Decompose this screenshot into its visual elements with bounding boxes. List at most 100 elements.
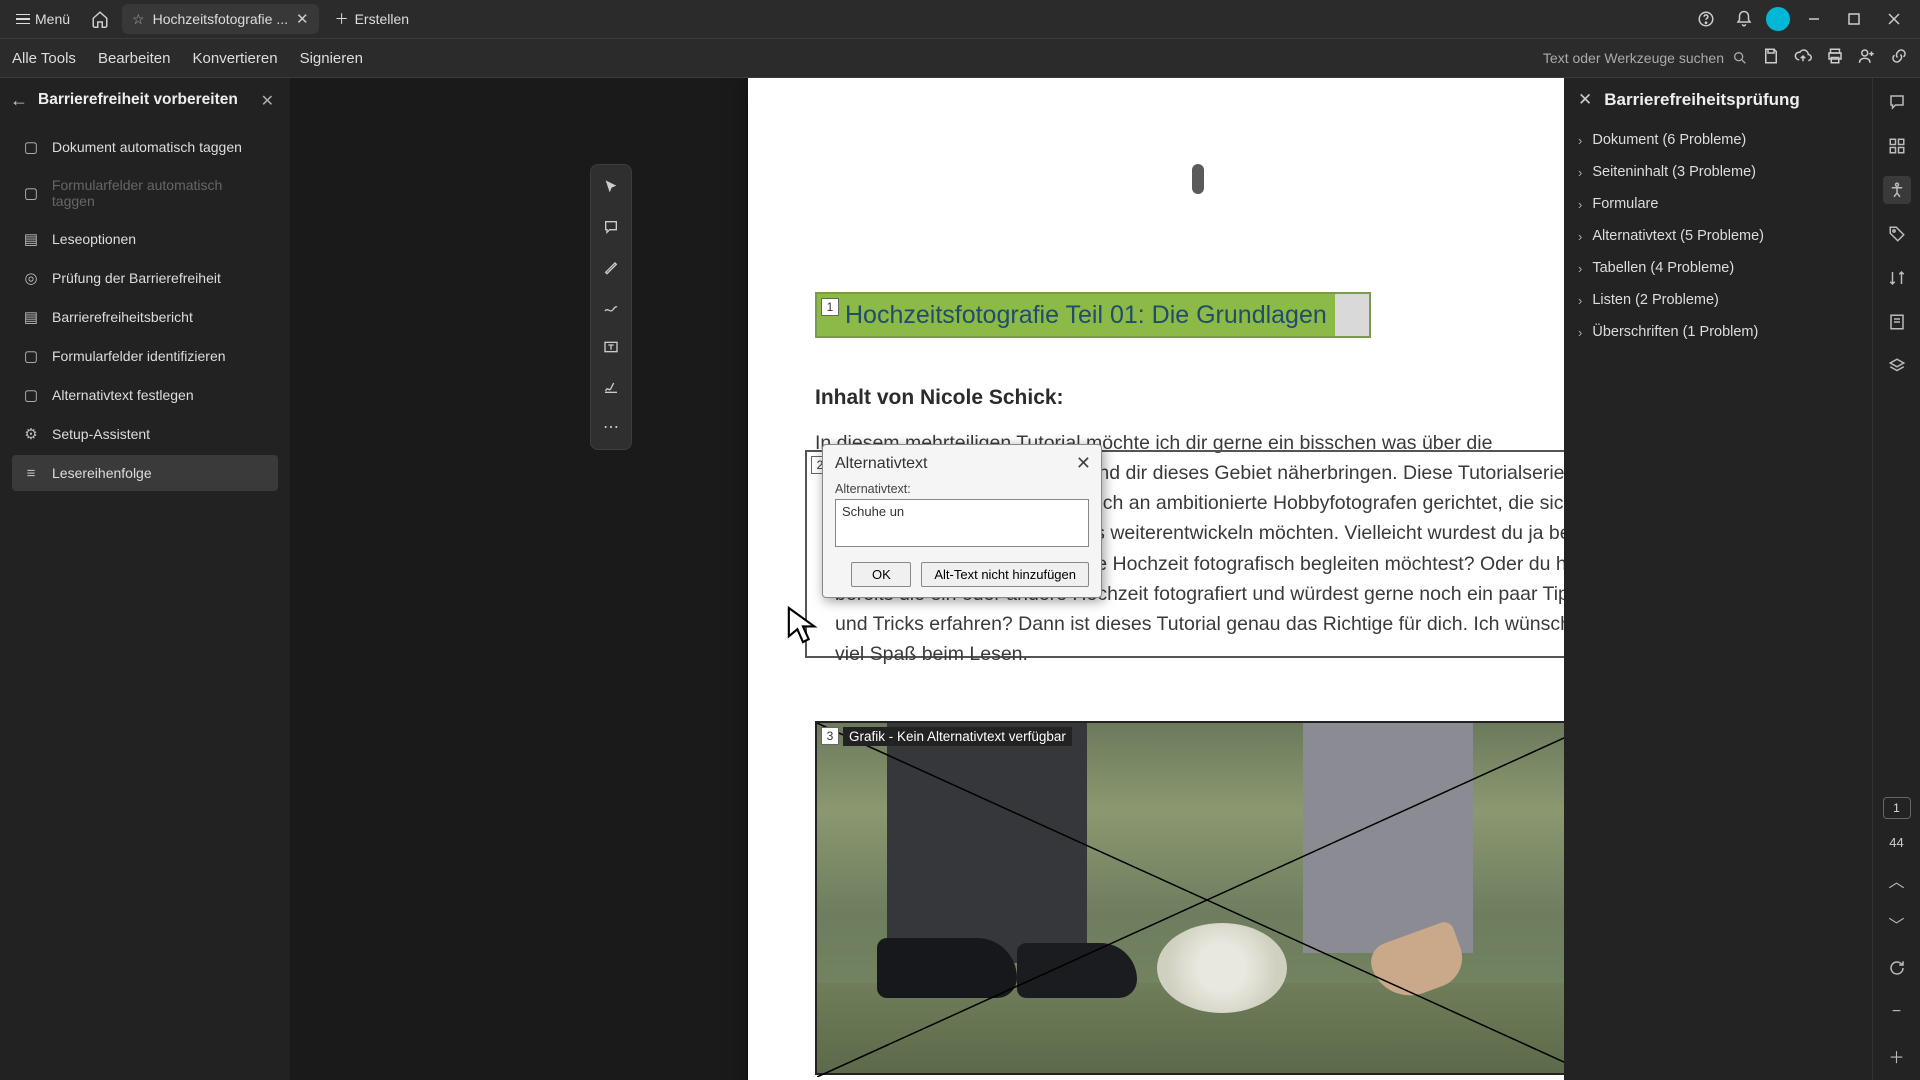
text-icon [603,339,619,355]
rp-item-lists[interactable]: ›Listen (2 Probleme) [1574,284,1862,316]
report-icon: ▤ [22,308,40,326]
lp-item-read-options[interactable]: ▤Leseoptionen [12,221,278,257]
rail-tags[interactable] [1883,220,1911,248]
hamburger-icon [16,14,30,25]
rp-item-tables[interactable]: ›Tabellen (4 Probleme) [1574,252,1862,284]
page-up-button[interactable]: ︿ [1883,866,1911,894]
refresh-icon [1888,959,1906,977]
document-heading: Hochzeitsfotografie Teil 01: Die Grundla… [845,301,1327,330]
left-panel-list: ▢Dokument automatisch taggen ▢Formularfe… [0,123,290,497]
lp-item-autotag-document[interactable]: ▢Dokument automatisch taggen [12,129,278,165]
bell-icon [1735,10,1753,28]
more-tools[interactable]: ⋯ [597,413,625,441]
lp-item-reading-order[interactable]: ≡Lesereihenfolge [12,455,278,491]
gear-icon: ⚙ [22,425,40,443]
chevron-right-icon: › [1578,229,1582,244]
toolbar-sign[interactable]: Signieren [300,50,363,67]
rp-item-forms[interactable]: ›Formulare [1574,188,1862,220]
right-panel-close[interactable]: ✕ [1578,90,1592,110]
page-down-button[interactable]: ﹀ [1883,910,1911,938]
sign-tool[interactable] [597,373,625,401]
alt-text-input[interactable]: Schuhe un [835,499,1089,547]
main-toolbar: Alle Tools Bearbeiten Konvertieren Signi… [0,38,1920,78]
zoom-in-button[interactable]: ＋ [1883,1042,1911,1070]
draw-icon [603,299,619,315]
list-icon: ≡ [22,464,40,482]
dialog-field-label: Alternativtext: [835,482,1089,496]
toolbar-edit[interactable]: Bearbeiten [98,50,171,67]
lp-item-identify-form-fields[interactable]: ▢Formularfelder identifizieren [12,338,278,374]
right-rail: 1 44 ︿ ﹀ − ＋ [1872,78,1920,1080]
toolbar-all-tools[interactable]: Alle Tools [12,50,76,67]
back-button[interactable]: ← [10,90,28,111]
refresh-button[interactable] [1883,954,1911,982]
rail-layers[interactable] [1883,352,1911,380]
zoom-out-button[interactable]: − [1883,998,1911,1026]
user-avatar[interactable] [1766,7,1790,31]
layers-icon [1888,357,1906,375]
left-panel-close[interactable]: ✕ [261,91,274,111]
rp-item-alt-text[interactable]: ›Alternativtext (5 Probleme) [1574,220,1862,252]
rail-comments[interactable] [1883,88,1911,116]
image-alt-label: Grafik - Kein Alternativtext verfügbar [843,727,1072,746]
maximize-button[interactable] [1836,5,1872,33]
select-tool[interactable] [597,173,625,201]
help-button[interactable] [1690,3,1722,35]
minus-icon: − [1892,1003,1901,1021]
left-panel-title: Barrierefreiheit vorbereiten [38,90,238,110]
current-page-indicator[interactable]: 1 [1883,797,1911,819]
lp-item-set-alt-text[interactable]: ▢Alternativtext festlegen [12,377,278,413]
print-button[interactable] [1826,47,1844,70]
document-subtitle: Inhalt von Nicole Schick: [815,386,1064,410]
lp-item-accessibility-report[interactable]: ▤Barrierefreiheitsbericht [12,299,278,335]
plus-icon: ＋ [1888,1044,1904,1068]
lp-item-accessibility-check[interactable]: ◎Prüfung der Barrierefreiheit [12,260,278,296]
rail-order[interactable] [1883,264,1911,292]
lp-item-setup-assistant[interactable]: ⚙Setup-Assistent [12,416,278,452]
read-options-icon: ▤ [22,230,40,248]
alt-text-icon: ▢ [22,386,40,404]
grid-icon [1888,137,1906,155]
search-tools[interactable]: Text oder Werkzeuge suchen [1543,50,1748,66]
tab-title: Hochzeitsfotografie ... [153,11,288,27]
cloud-button[interactable] [1794,47,1812,70]
tagged-heading-region[interactable]: 1 Hochzeitsfotografie Teil 01: Die Grund… [815,292,1371,338]
close-window-button[interactable] [1876,5,1912,33]
rp-item-page-content[interactable]: ›Seiteninhalt (3 Probleme) [1574,156,1862,188]
help-icon [1697,10,1715,28]
chevron-right-icon: › [1578,261,1582,276]
minimize-button[interactable] [1796,5,1832,33]
save-button[interactable] [1762,47,1780,70]
dialog-skip-button[interactable]: Alt-Text nicht hinzufügen [921,562,1089,587]
more-icon: ⋯ [603,417,619,437]
dialog-close-button[interactable]: ✕ [1076,453,1091,474]
share-button[interactable] [1858,47,1876,70]
rail-content[interactable] [1883,308,1911,336]
tab-close-button[interactable]: ✕ [296,10,309,28]
scrollbar-thumb[interactable] [1192,164,1204,194]
dialog-title: Alternativtext [835,455,927,473]
minimize-icon [1808,13,1820,25]
chevron-right-icon: › [1578,197,1582,212]
textbox-tool[interactable] [597,333,625,361]
tagged-image-region[interactable]: 3 Grafik - Kein Alternativtext verfügbar [815,721,1564,1075]
search-placeholder: Text oder Werkzeuge suchen [1543,50,1724,66]
draw-tool[interactable] [597,293,625,321]
print-icon [1826,47,1844,65]
rp-item-headings[interactable]: ›Überschriften (1 Problem) [1574,316,1862,348]
dialog-ok-button[interactable]: OK [851,562,911,587]
comment-tool[interactable] [597,213,625,241]
create-tab-button[interactable]: ＋ Erstellen [325,3,419,35]
notifications-button[interactable] [1728,3,1760,35]
rail-thumbnails[interactable] [1883,132,1911,160]
rp-item-document[interactable]: ›Dokument (6 Probleme) [1574,124,1862,156]
highlight-tool[interactable] [597,253,625,281]
link-button[interactable] [1890,47,1908,70]
rail-accessibility[interactable] [1883,176,1911,204]
home-button[interactable] [84,3,116,35]
menu-button[interactable]: Menü [8,7,78,31]
chevron-right-icon: › [1578,325,1582,340]
document-tab[interactable]: ☆ Hochzeitsfotografie ... ✕ [122,4,319,34]
toolbar-convert[interactable]: Konvertieren [193,50,278,67]
lp-item-autotag-forms: ▢Formularfelder automatisch taggen [12,168,278,218]
